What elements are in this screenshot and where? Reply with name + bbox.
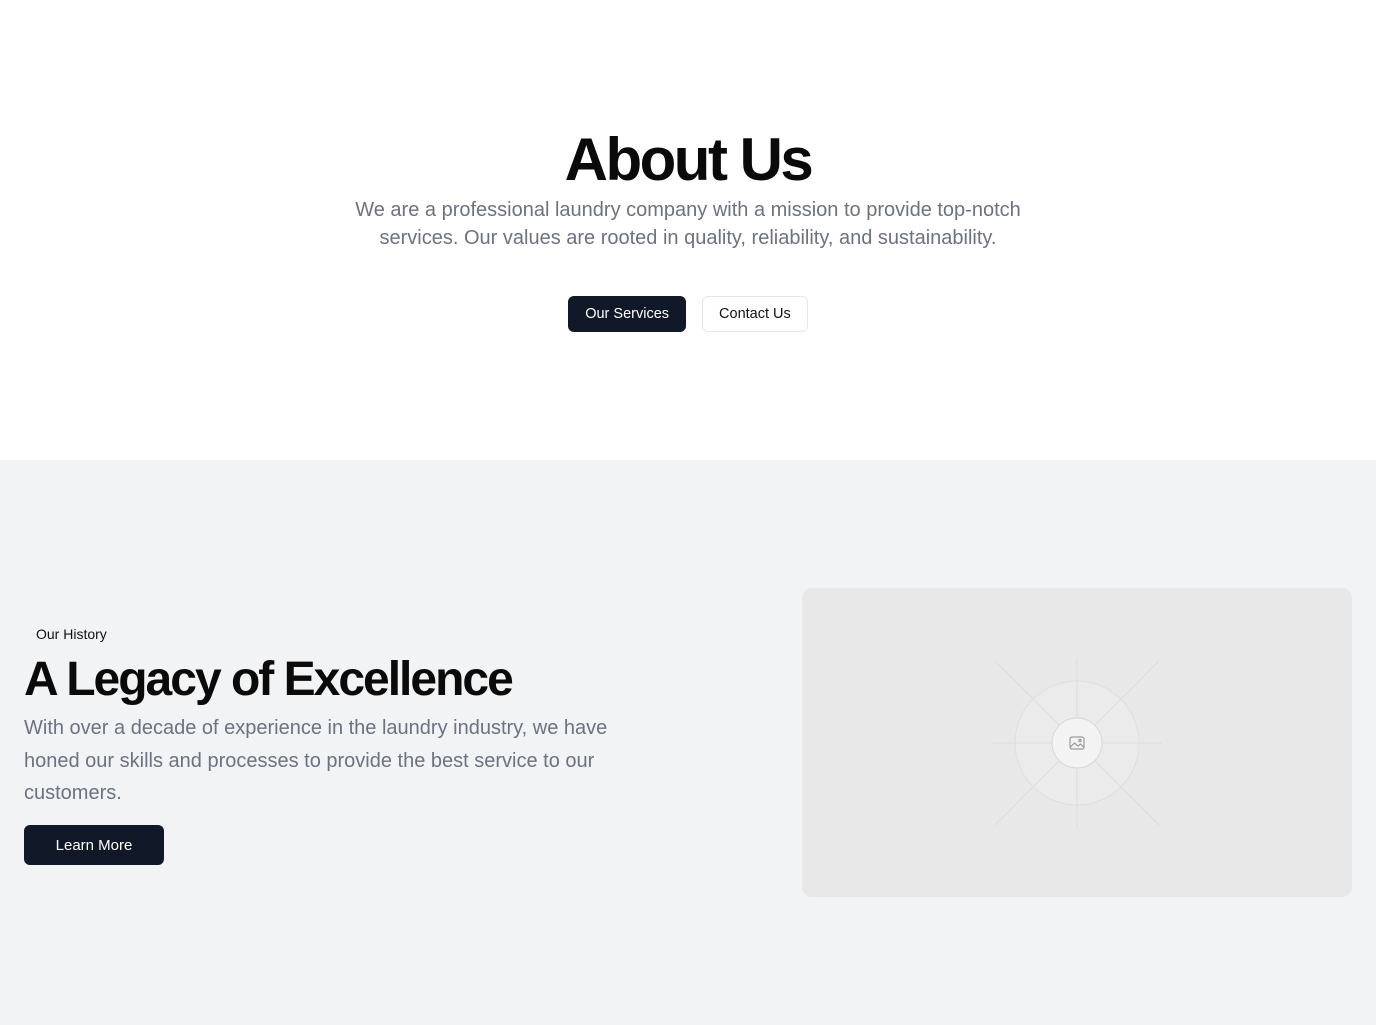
history-section: Our History A Legacy of Excellence With … [0, 460, 1376, 1025]
history-eyebrow-badge: Our History [36, 626, 107, 642]
hero-description: We are a professional laundry company wi… [355, 199, 1021, 249]
history-image-placeholder [802, 588, 1352, 897]
image-placeholder-icon [992, 658, 1162, 828]
our-services-button[interactable]: Our Services [568, 296, 687, 332]
hero-actions: Our Services Contact Us [0, 296, 1376, 332]
history-description: With over a decade of experience in the … [24, 717, 608, 804]
learn-more-button[interactable]: Learn More [24, 825, 164, 865]
contact-us-button[interactable]: Contact Us [702, 296, 808, 332]
history-title: A Legacy of Excellence [24, 653, 514, 706]
about-hero-section: About Us We are a professional laundry c… [0, 0, 1376, 460]
page-title: About Us [564, 126, 814, 193]
